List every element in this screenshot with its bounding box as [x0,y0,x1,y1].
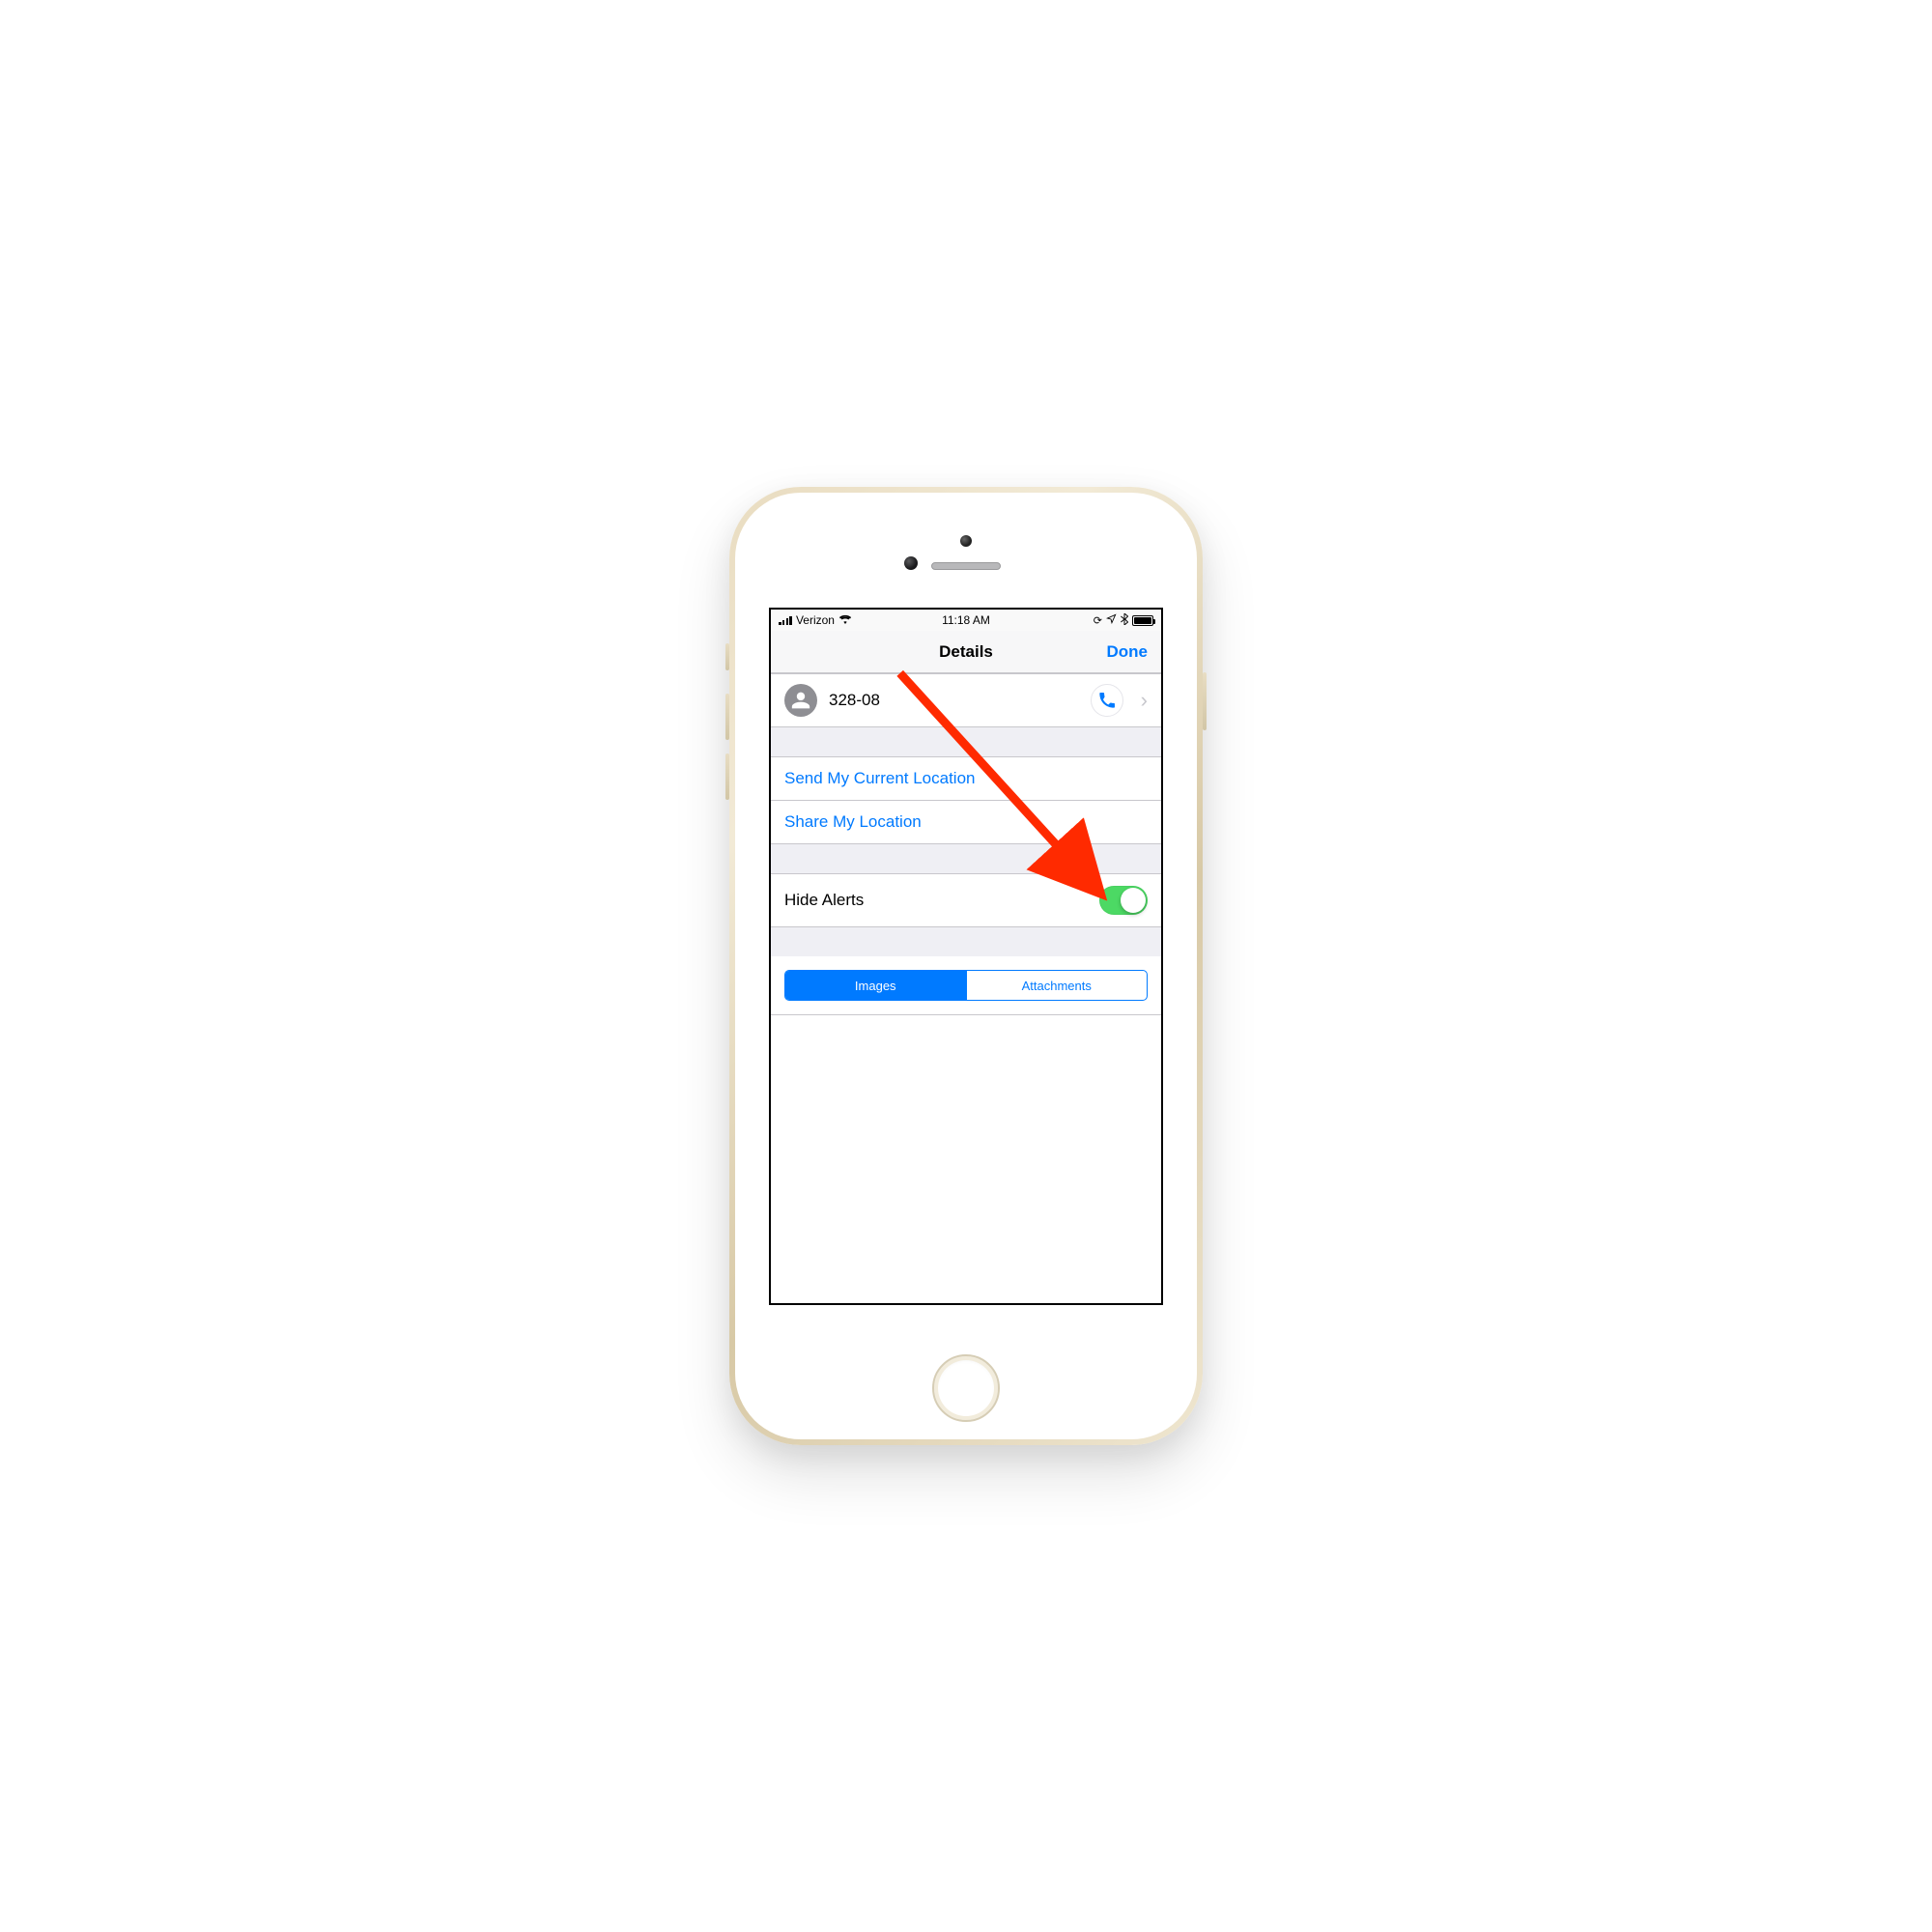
phone-front: Verizon 11:18 AM ⟳ [735,493,1197,1439]
chevron-right-icon: › [1141,688,1148,713]
rotation-lock-icon: ⟳ [1094,614,1102,627]
segment-attachments[interactable]: Attachments [966,971,1148,1000]
section-gap [771,927,1161,956]
home-button[interactable] [932,1354,1000,1422]
wifi-icon [838,613,852,627]
phone-body: Verizon 11:18 AM ⟳ [729,487,1203,1445]
front-camera-icon [960,535,972,547]
attachments-grid-empty [771,1015,1161,1303]
call-button[interactable] [1091,684,1123,717]
share-my-location-button[interactable]: Share My Location [771,800,1161,843]
bluetooth-icon [1121,613,1128,628]
carrier-label: Verizon [796,613,835,627]
clock-label: 11:18 AM [942,613,990,627]
nav-bar: Details Done [771,631,1161,673]
send-current-location-button[interactable]: Send My Current Location [771,757,1161,800]
hide-alerts-label: Hide Alerts [784,891,864,910]
send-current-location-label: Send My Current Location [784,769,976,788]
earpiece-speaker-icon [931,562,1001,570]
screen: Verizon 11:18 AM ⟳ [769,608,1163,1305]
phone-icon [1098,692,1116,709]
power-button [1203,672,1207,730]
contact-row[interactable]: 328-08 › [771,674,1161,726]
hide-alerts-toggle[interactable] [1099,886,1148,915]
volume-up [725,694,729,740]
segment-images[interactable]: Images [785,971,966,1000]
contact-avatar-icon [784,684,817,717]
volume-down [725,753,729,800]
battery-icon [1132,615,1153,626]
attachments-segmented-control: Images Attachments [784,970,1148,1001]
hide-alerts-row: Hide Alerts [771,874,1161,926]
page-title: Details [939,642,993,662]
section-gap [771,844,1161,873]
mute-switch [725,643,729,670]
cellular-signal-icon [779,615,792,625]
proximity-sensor-icon [904,556,918,570]
done-button[interactable]: Done [1107,642,1149,662]
location-services-icon [1106,613,1117,627]
share-my-location-label: Share My Location [784,812,922,832]
toggle-knob-icon [1121,888,1146,913]
status-bar: Verizon 11:18 AM ⟳ [771,610,1161,631]
contact-name: 328-08 [829,691,1079,710]
section-gap [771,727,1161,756]
